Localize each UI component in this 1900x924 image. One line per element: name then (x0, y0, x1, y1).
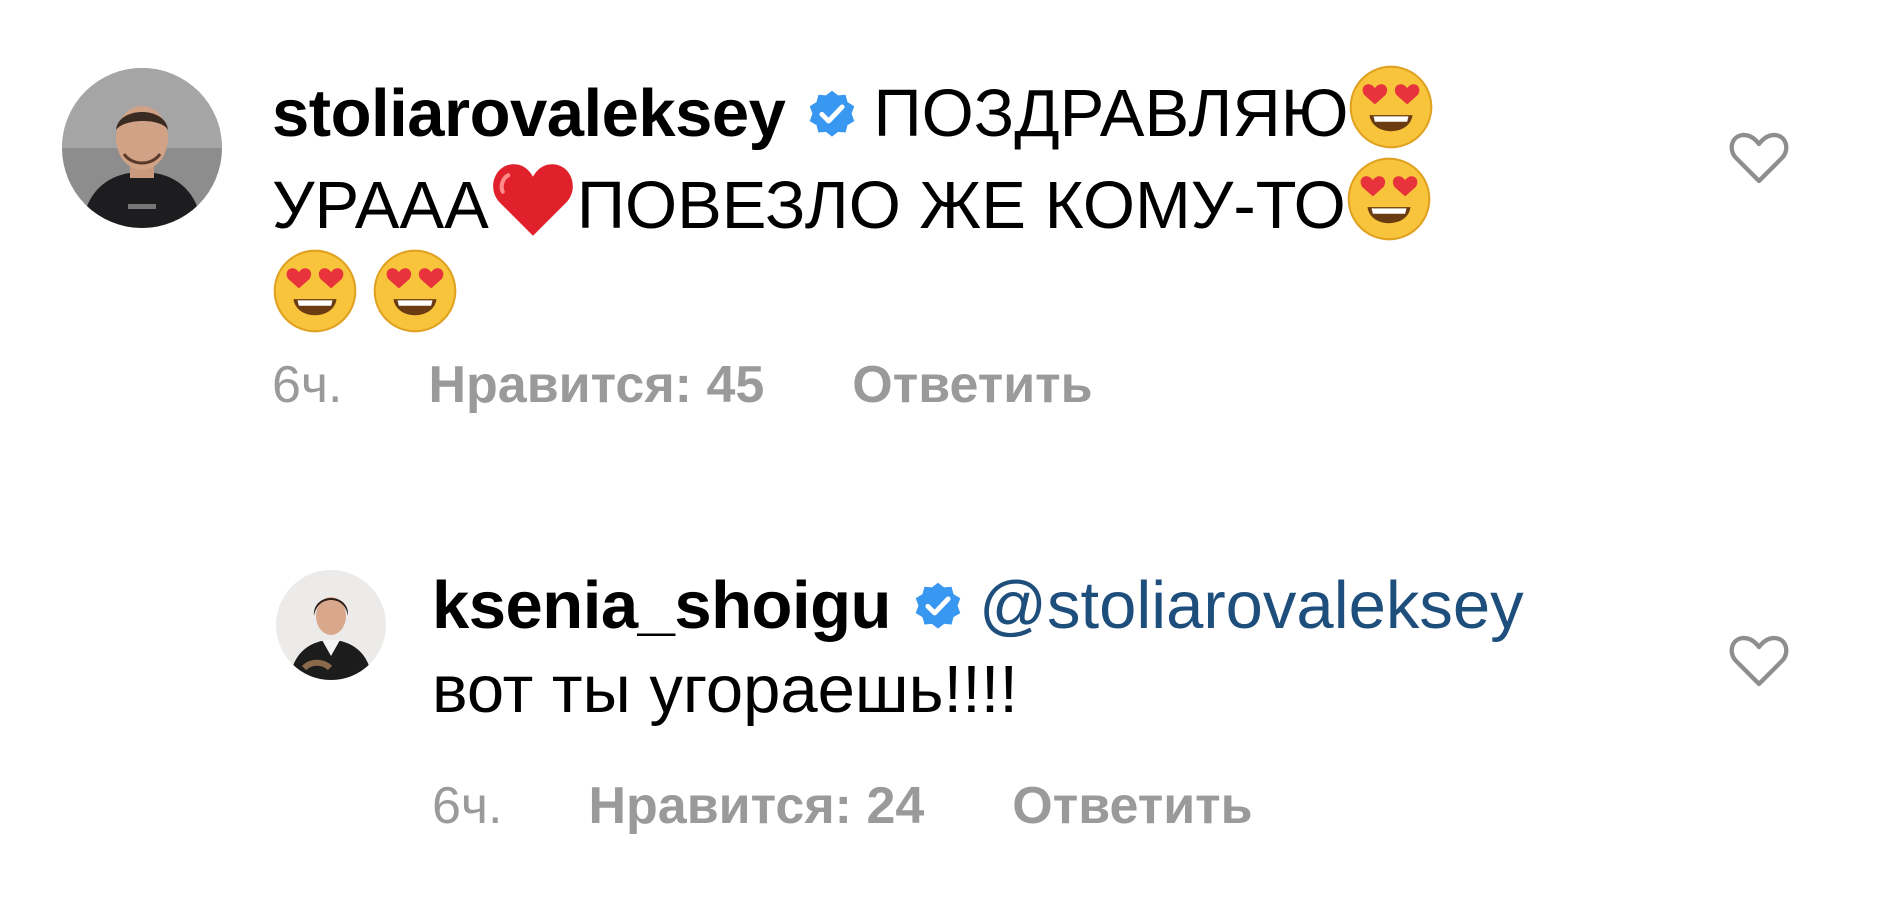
likes-count-link[interactable]: Нравится: 24 (588, 776, 924, 836)
reply-button[interactable]: Ответить (852, 355, 1092, 415)
avatar-ksenia_shoigu[interactable] (276, 570, 386, 680)
comment-line-2: вот ты угораешь!!!! (432, 648, 1524, 732)
verified-badge-icon (911, 580, 965, 634)
avatar-stoliarovaleksey[interactable] (62, 68, 222, 228)
heart-eyes-emoji (1346, 156, 1432, 242)
red-heart-emoji (489, 158, 577, 242)
comment-timestamp: 6ч. (432, 777, 503, 835)
comment-meta: 6ч. Нравится: 24 Ответить (432, 776, 1253, 836)
comment-meta: 6ч. Нравится: 45 Ответить (272, 355, 1093, 415)
comment-line-1: ksenia_shoigu @stoliarovaleksey (432, 564, 1524, 648)
comment-line-1: stoliarovaleksey ПОЗДРАВЛЯЮ (272, 64, 1434, 156)
heart-outline-icon[interactable] (1728, 633, 1790, 689)
avatar-image (276, 570, 386, 680)
comment-timestamp: 6ч. (272, 356, 343, 414)
comment-body: stoliarovaleksey ПОЗДРАВЛЯЮ УРААА ПОВЕЗЛ… (272, 64, 1434, 340)
heart-eyes-emoji (372, 248, 458, 334)
heart-eyes-emoji (272, 248, 358, 334)
reply-comment-body: ksenia_shoigu @stoliarovaleksey вот ты у… (432, 564, 1524, 732)
comment-text: вот ты угораешь!!!! (432, 652, 1019, 727)
heart-outline-icon[interactable] (1728, 130, 1790, 186)
comment-text-line-1: ПОЗДРАВЛЯЮ (873, 76, 1349, 151)
comment-username[interactable]: stoliarovaleksey (272, 76, 786, 151)
comment-text-line-2b: ПОВЕЗЛО ЖЕ КОМУ-ТО (576, 168, 1346, 243)
likes-count-link[interactable]: Нравится: 45 (428, 355, 764, 415)
mention-link[interactable]: @stoliarovaleksey (979, 568, 1524, 643)
reply-button[interactable]: Ответить (1012, 776, 1252, 836)
avatar-image (62, 68, 222, 228)
comment-line-2: УРААА ПОВЕЗЛО ЖЕ КОМУ-ТО (272, 156, 1434, 248)
comment-username[interactable]: ksenia_shoigu (432, 568, 891, 643)
heart-eyes-emoji (1348, 64, 1434, 150)
verified-badge-icon (805, 88, 859, 142)
comment-line-3 (272, 248, 1434, 340)
comment-text-line-2a: УРААА (272, 168, 489, 243)
